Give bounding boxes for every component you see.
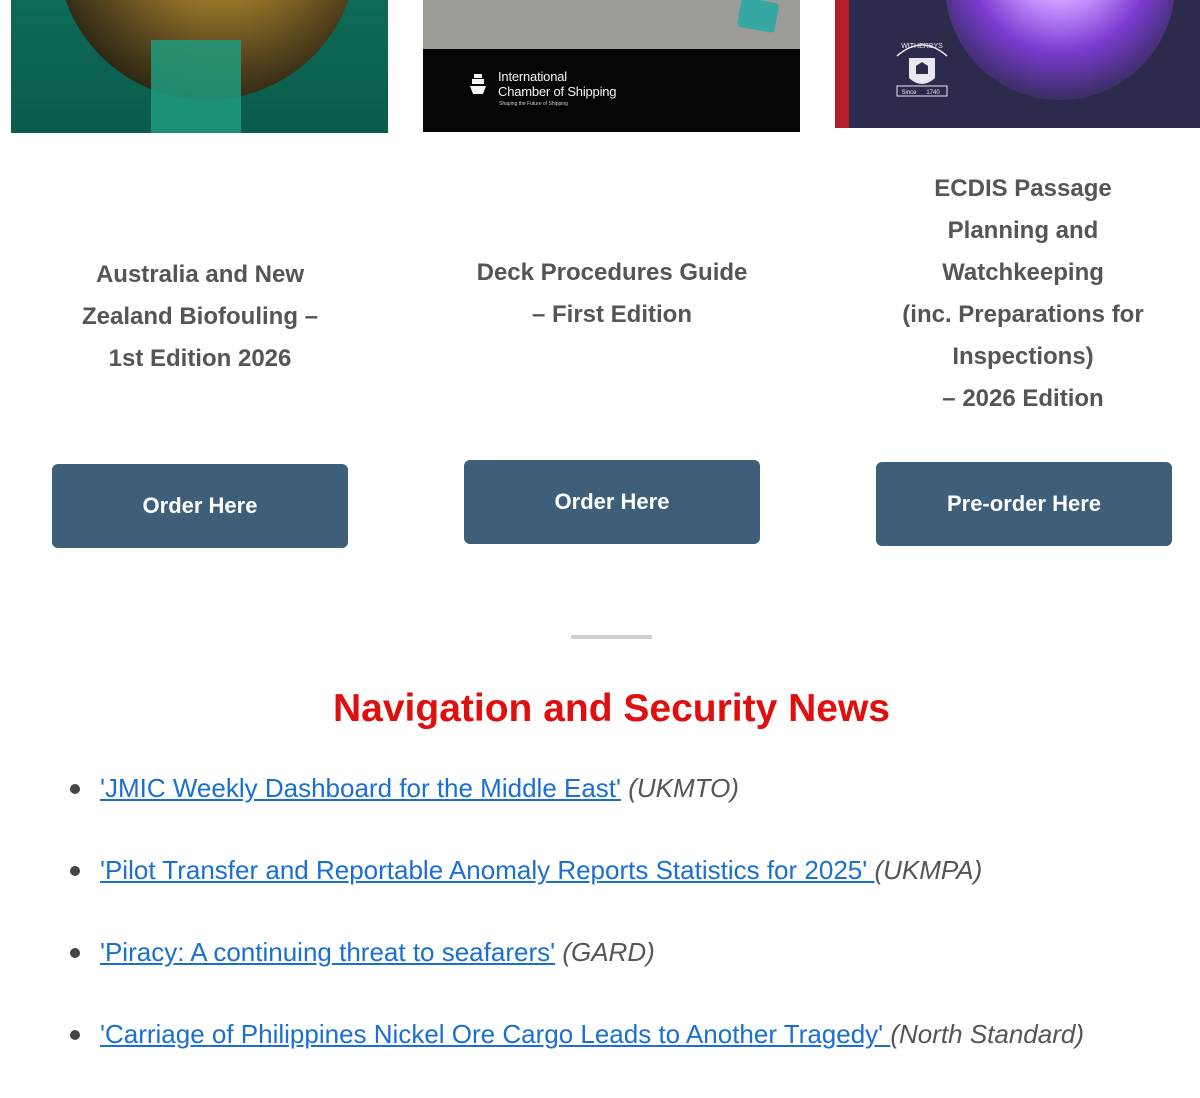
order-button-biofouling[interactable]: Order Here (52, 464, 348, 548)
cover-art-teal-object (736, 0, 780, 34)
publisher-line-2: Chamber of Shipping (498, 84, 617, 99)
book-title-deck-procedures: Deck Procedures Guide – First Edition (476, 259, 748, 328)
book-title-biofouling: Australia and New Zealand Biofouling – 1… (81, 261, 318, 372)
bullet-icon (70, 784, 80, 794)
bullet-icon (70, 866, 80, 876)
section-heading: Navigation and Security News (333, 687, 890, 730)
news-list: 'JMIC Weekly Dashboard for the Middle Ea… (70, 770, 1190, 1098)
witherbys-crest-icon: WITHERBYS Since 1740 (896, 43, 948, 97)
crest-text: WITHERBYS (901, 43, 943, 50)
news-source: (UKMPA) (874, 855, 983, 885)
list-item: 'Carriage of Philippines Nickel Ore Carg… (70, 1016, 1190, 1098)
bullet-icon (70, 1030, 80, 1040)
crest-since: Since (901, 90, 917, 96)
news-source: (UKMTO) (628, 773, 739, 803)
preorder-button-ecdis[interactable]: Pre-order Here (876, 462, 1172, 546)
cover-art-bridge-screens (945, 0, 1175, 100)
cover-tagline: Shaping the Future of Shipping (499, 101, 568, 107)
section-divider (571, 635, 652, 639)
publisher-line-1: International (498, 69, 567, 84)
news-link[interactable]: 'Carriage of Philippines Nickel Ore Carg… (100, 1019, 890, 1049)
news-link[interactable]: 'JMIC Weekly Dashboard for the Middle Ea… (100, 773, 621, 803)
crest-year: 1740 (926, 90, 940, 96)
book-cover-ecdis[interactable]: WITHERBYS Since 1740 (835, 0, 1200, 128)
list-item: 'Pilot Transfer and Reportable Anomaly R… (70, 852, 1190, 934)
cover-art-square (151, 40, 241, 133)
news-source: (North Standard) (890, 1019, 1085, 1049)
book-cover-biofouling[interactable] (11, 0, 388, 133)
bullet-icon (70, 948, 80, 958)
news-link[interactable]: 'Piracy: A continuing threat to seafarer… (100, 937, 555, 967)
order-button-deck-procedures[interactable]: Order Here (464, 460, 760, 544)
list-item: 'JMIC Weekly Dashboard for the Middle Ea… (70, 770, 1190, 852)
ship-logo-icon (470, 74, 486, 94)
book-cover-deck-procedures[interactable]: International Chamber of Shipping Shapin… (423, 0, 800, 132)
cover-publisher-name: International Chamber of Shipping (498, 69, 617, 99)
news-link[interactable]: 'Pilot Transfer and Reportable Anomaly R… (100, 855, 874, 885)
news-source: (GARD) (562, 937, 655, 967)
book-title-ecdis: ECDIS Passage Planning and Watchkeeping … (902, 175, 1144, 412)
cover-red-spine (835, 0, 849, 128)
list-item: 'Piracy: A continuing threat to seafarer… (70, 934, 1190, 1016)
